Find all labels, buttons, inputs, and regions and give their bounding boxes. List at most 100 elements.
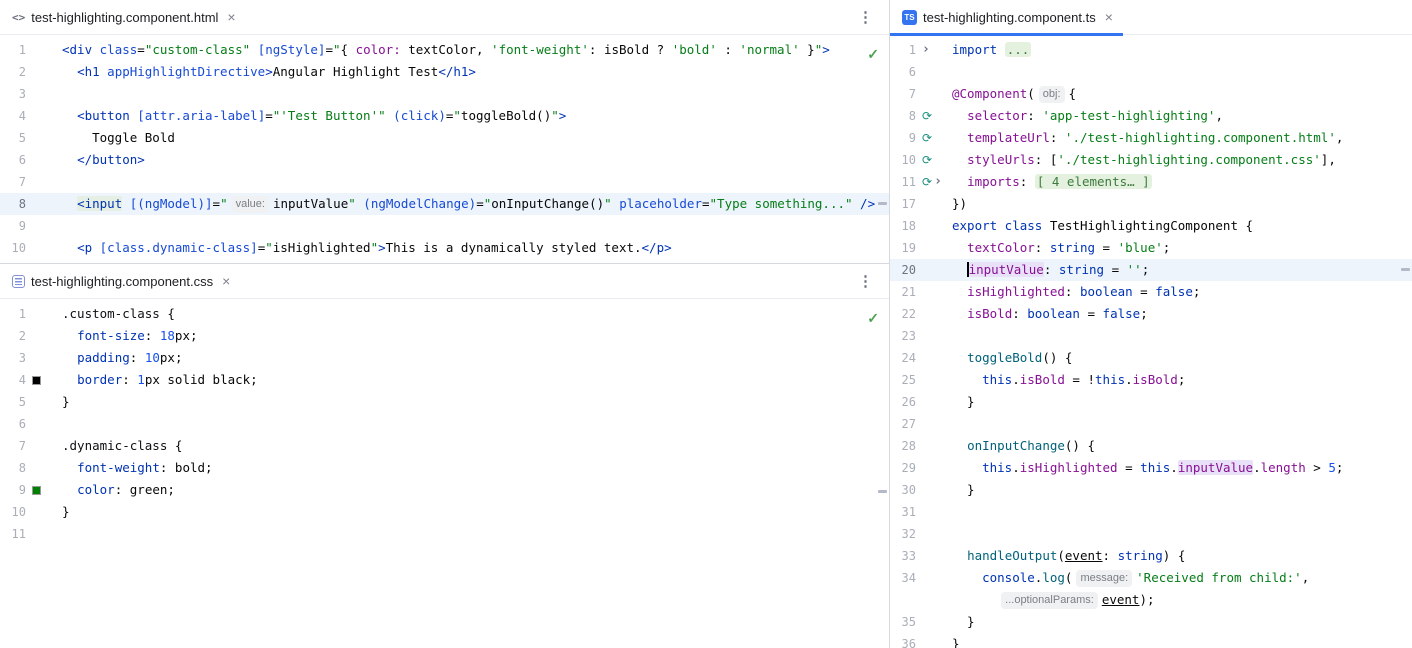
line-number: 9 [0, 479, 26, 501]
code-line[interactable]: 9 [0, 215, 889, 237]
code-line[interactable]: 9 color: green; [0, 479, 889, 501]
code-line[interactable]: 36} [890, 633, 1412, 648]
line-number: 26 [890, 391, 916, 413]
line-number: 2 [0, 61, 26, 83]
line-number: 5 [0, 391, 26, 413]
pane-divider[interactable] [889, 0, 890, 648]
code-line[interactable]: 24 toggleBold() { [890, 347, 1412, 369]
line-number: 24 [890, 347, 916, 369]
code-line[interactable]: 6 </button> [0, 149, 889, 171]
tab-title: test-highlighting.component.ts [923, 10, 1096, 25]
code-line[interactable]: 32 [890, 523, 1412, 545]
code-line[interactable]: 26 } [890, 391, 1412, 413]
error-stripe-caret-mark[interactable] [878, 490, 887, 493]
code-line[interactable]: 11 [0, 523, 889, 545]
inspection-ok-icon[interactable]: ✓ [867, 46, 879, 63]
tab-close-icon[interactable]: × [222, 273, 230, 289]
code-line[interactable]: 10} [0, 501, 889, 523]
angular-gutter-icon[interactable]: ⟳ [922, 110, 932, 122]
code-line[interactable]: 31 [890, 501, 1412, 523]
more-options-icon[interactable]: ⋮ [842, 272, 889, 290]
tab-title: test-highlighting.component.html [31, 10, 218, 25]
code-line[interactable]: 10 <p [class.dynamic-class]="isHighlight… [0, 237, 889, 259]
code-line[interactable]: 22 isBold: boolean = false; [890, 303, 1412, 325]
code-line[interactable]: 1<div class="custom-class" [ngStyle]="{ … [0, 39, 889, 61]
tab-close-icon[interactable]: × [227, 9, 235, 25]
angular-gutter-icon[interactable]: ⟳ [922, 132, 932, 144]
code-line[interactable]: 1›import ... [890, 39, 1412, 61]
line-number: 7 [890, 83, 916, 105]
code-line[interactable]: 28 onInputChange() { [890, 435, 1412, 457]
ts-code-editor[interactable]: 1›import ...67@Component(obj:{8⟳ selecto… [890, 35, 1412, 648]
line-number: 4 [0, 105, 26, 127]
tab-css-file[interactable]: test-highlighting.component.css × [0, 264, 240, 299]
inspection-ok-icon[interactable]: ✓ [867, 310, 879, 327]
tab-ts-file[interactable]: TS test-highlighting.component.ts × [890, 0, 1123, 35]
code-line[interactable]: 35 } [890, 611, 1412, 633]
code-line[interactable]: 2 <h1 appHighlightDirective>Angular High… [0, 61, 889, 83]
code-line[interactable]: 8 <input [(ngModel)]="value:inputValue" … [0, 193, 889, 215]
code-line[interactable]: 6 [890, 61, 1412, 83]
line-number: 20 [890, 259, 916, 281]
code-line[interactable]: 9⟳ templateUrl: './test-highlighting.com… [890, 127, 1412, 149]
code-line[interactable]: 1.custom-class { [0, 303, 889, 325]
line-number: 34 [890, 567, 916, 589]
css-pane-tab-bar: test-highlighting.component.css × ⋮ [0, 264, 889, 299]
angular-gutter-icon[interactable]: ⟳ [922, 176, 932, 188]
code-line[interactable]: 5 Toggle Bold [0, 127, 889, 149]
code-line[interactable]: 21 isHighlighted: boolean = false; [890, 281, 1412, 303]
html-code-editor[interactable]: 1<div class="custom-class" [ngStyle]="{ … [0, 35, 889, 259]
line-number: 3 [0, 347, 26, 369]
typescript-file-icon: TS [902, 10, 917, 25]
code-line[interactable]: 33 handleOutput(event: string) { [890, 545, 1412, 567]
code-line[interactable]: 19 textColor: string = 'blue'; [890, 237, 1412, 259]
ide-window: <> test-highlighting.component.html × ⋮ … [0, 0, 1412, 648]
code-line[interactable]: 8⟳ selector: 'app-test-highlighting', [890, 105, 1412, 127]
code-line[interactable]: 10⟳ styleUrls: ['./test-highlighting.com… [890, 149, 1412, 171]
line-number: 7 [0, 171, 26, 193]
code-line[interactable]: 3 padding: 10px; [0, 347, 889, 369]
line-number: 8 [0, 457, 26, 479]
css-editor-pane: test-highlighting.component.css × ⋮ 1.cu… [0, 263, 889, 648]
tab-html-file[interactable]: <> test-highlighting.component.html × [0, 0, 246, 35]
angular-gutter-icon[interactable]: ⟳ [922, 154, 932, 166]
code-line[interactable]: 29 this.isHighlighted = this.inputValue.… [890, 457, 1412, 479]
code-line[interactable]: 30 } [890, 479, 1412, 501]
code-line[interactable]: 25 this.isBold = !this.isBold; [890, 369, 1412, 391]
code-line[interactable]: 7@Component(obj:{ [890, 83, 1412, 105]
code-line[interactable]: 7 [0, 171, 889, 193]
color-swatch-icon[interactable] [32, 376, 41, 385]
line-number: 6 [0, 149, 26, 171]
color-swatch-icon[interactable] [32, 486, 41, 495]
code-line[interactable]: 18export class TestHighlightingComponent… [890, 215, 1412, 237]
code-line[interactable]: 5} [0, 391, 889, 413]
line-number: 11 [890, 171, 916, 193]
code-line[interactable]: 34 console.log(message:'Received from ch… [890, 567, 1412, 589]
error-stripe-caret-mark[interactable] [878, 202, 887, 205]
code-line[interactable]: 4 border: 1px solid black; [0, 369, 889, 391]
code-line[interactable]: 23 [890, 325, 1412, 347]
code-line[interactable]: 17}) [890, 193, 1412, 215]
tab-close-icon[interactable]: × [1105, 9, 1113, 25]
code-line[interactable]: 3 [0, 83, 889, 105]
code-line[interactable]: 2 font-size: 18px; [0, 325, 889, 347]
code-line[interactable]: 11⟳› imports: [ 4 elements… ] [890, 171, 1412, 193]
line-number: 10 [0, 501, 26, 523]
code-line[interactable]: 8 font-weight: bold; [0, 457, 889, 479]
html-editor-pane: <> test-highlighting.component.html × ⋮ … [0, 0, 889, 263]
more-options-icon[interactable]: ⋮ [842, 8, 889, 26]
code-line[interactable]: 27 [890, 413, 1412, 435]
error-stripe-caret-mark[interactable] [1401, 268, 1410, 271]
css-code-editor[interactable]: 1.custom-class {2 font-size: 18px;3 padd… [0, 299, 889, 545]
code-line[interactable]: 4 <button [attr.aria-label]="'Test Butto… [0, 105, 889, 127]
line-number: 1 [0, 303, 26, 325]
code-line[interactable]: 7.dynamic-class { [0, 435, 889, 457]
line-number: 21 [890, 281, 916, 303]
line-number: 11 [0, 523, 26, 545]
fold-arrow-icon[interactable]: › [922, 39, 930, 61]
fold-arrow-icon[interactable]: › [934, 171, 942, 193]
code-line[interactable]: 20 inputValue: string = ''; [890, 259, 1412, 281]
code-line[interactable]: 6 [0, 413, 889, 435]
line-number: 3 [0, 83, 26, 105]
code-line[interactable]: ...optionalParams:event); [890, 589, 1412, 611]
